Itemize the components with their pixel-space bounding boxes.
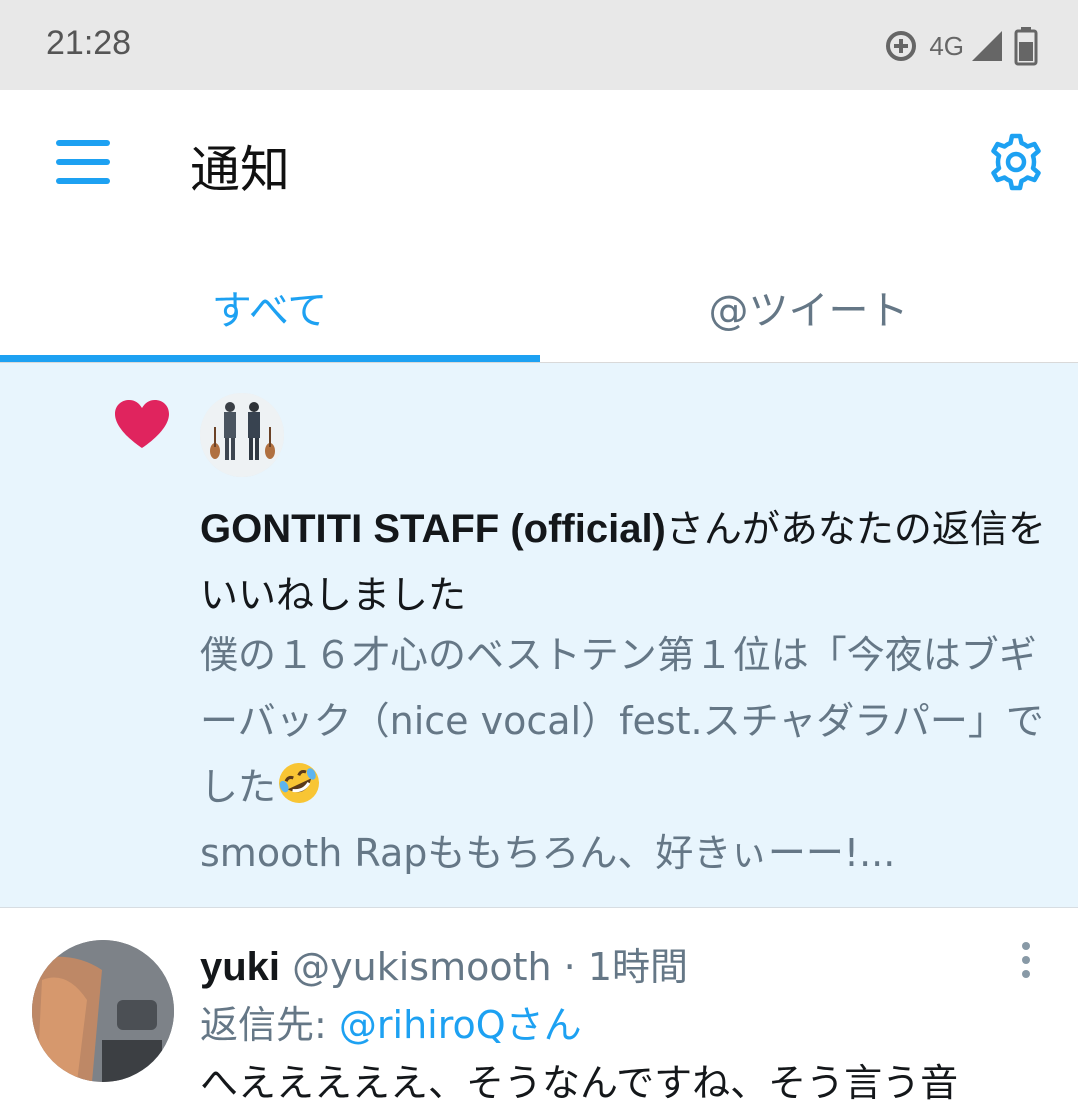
tweet-separator: · — [563, 945, 576, 989]
tweet-author-handle[interactable]: @yukismooth — [292, 945, 551, 989]
tab-all-label: すべて — [211, 288, 328, 334]
status-icons: 4G — [883, 24, 1038, 68]
battery-icon — [1014, 27, 1038, 66]
quoted-text-line2: smooth Rapももちろん、好きぃーー!... — [200, 831, 896, 875]
avatar-image — [200, 393, 284, 477]
app-bar: 通知 — [0, 90, 1078, 240]
reply-to-handle[interactable]: @rihiroQさん — [339, 1003, 582, 1047]
tweet-time: 1時間 — [587, 945, 689, 989]
notification-quoted-text[interactable]: 僕の１６才心のベストテン第１位は「今夜はブギーバック（nice vocal）fe… — [200, 622, 1050, 886]
tweet-reply-context: 返信先: @rihiroQさん — [200, 994, 582, 1049]
tweet-avatar[interactable] — [32, 940, 174, 1082]
data-saver-icon — [886, 31, 917, 61]
gear-icon[interactable] — [986, 132, 1046, 192]
tweet-header: yuki @yukismooth · 1時間 — [200, 936, 688, 991]
avatar-image — [32, 940, 174, 1082]
tab-mentions-label: @ツイート — [708, 288, 909, 334]
status-time: 21:28 — [46, 24, 132, 62]
active-tab-indicator — [0, 355, 540, 362]
more-options-icon[interactable] — [1012, 940, 1040, 980]
tab-bar: すべて @ツイート — [0, 240, 1078, 363]
rolling-on-floor-laughing-emoji — [279, 763, 320, 803]
heart-icon — [115, 400, 169, 448]
quoted-text: 僕の１６才心のベストテン第１位は「今夜はブギーバック（nice vocal）fe… — [200, 633, 1044, 809]
page-title: 通知 — [190, 141, 290, 199]
signal-icon — [972, 31, 1002, 61]
reply-prefix: 返信先: — [200, 1003, 339, 1047]
tab-all[interactable]: すべて — [0, 240, 539, 362]
tab-mentions[interactable]: @ツイート — [539, 240, 1078, 362]
notification-actor-name[interactable]: GONTITI STAFF (official) — [200, 507, 666, 551]
status-bar: 21:28 4G — [0, 0, 1078, 90]
notification-text: GONTITI STAFF (official)さんがあなたの返信をいいねしまし… — [200, 496, 1050, 628]
network-label: 4G — [929, 30, 964, 61]
notification-avatar[interactable] — [200, 393, 284, 477]
hamburger-menu-icon[interactable] — [52, 134, 114, 190]
tweet-author-name[interactable]: yuki — [200, 945, 280, 989]
tweet-body: へえええええ、そうなんですね、そう言う音 — [200, 1061, 959, 1105]
